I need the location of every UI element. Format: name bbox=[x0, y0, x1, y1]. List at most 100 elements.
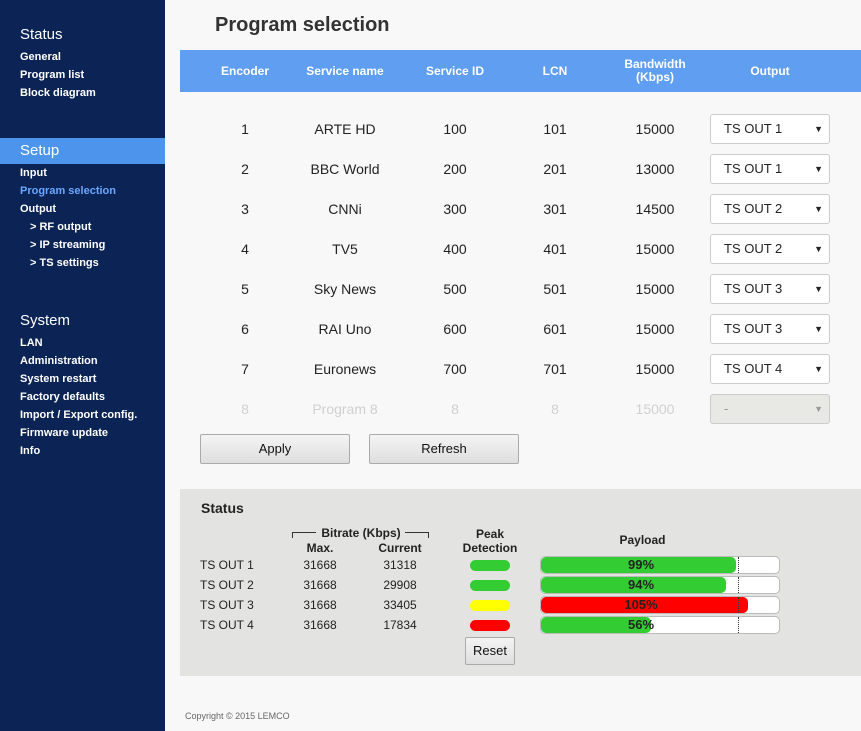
output-select: - ▼ bbox=[710, 394, 830, 424]
peak-indicator bbox=[470, 620, 510, 631]
chevron-down-icon: ▼ bbox=[814, 284, 823, 294]
sidebar-item-import-export[interactable]: Import / Export config. bbox=[0, 406, 165, 424]
column-header-bandwidth: Bandwidth (Kbps) bbox=[610, 50, 700, 92]
service-name-cell: Sky News bbox=[313, 281, 377, 297]
encoder-cell: 1 bbox=[241, 121, 249, 137]
output-select[interactable]: TS OUT 2 ▼ bbox=[710, 234, 830, 264]
sidebar-item-input[interactable]: Input bbox=[0, 164, 165, 182]
sidebar-item-firmware-update[interactable]: Firmware update bbox=[0, 424, 165, 442]
bitrate-current: 17834 bbox=[383, 618, 417, 632]
peak-indicator bbox=[470, 560, 510, 571]
payload-bar: 56% bbox=[540, 616, 780, 634]
column-header-encoder: Encoder bbox=[220, 63, 269, 78]
bitrate-max: 31668 bbox=[303, 578, 337, 592]
sidebar-heading-setup[interactable]: Setup bbox=[0, 138, 165, 164]
status-row: TS OUT 4 31668 17834 56% bbox=[180, 616, 861, 636]
payload-label: Payload bbox=[619, 533, 666, 547]
service-name-cell: CNNi bbox=[328, 201, 362, 217]
peak-indicator bbox=[470, 600, 510, 611]
sidebar-item-ip-streaming[interactable]: > IP streaming bbox=[0, 236, 165, 254]
table-row: 5 Sky News 500 501 15000 TS OUT 3 ▼ bbox=[180, 274, 861, 314]
sidebar-item-administration[interactable]: Administration bbox=[0, 352, 165, 370]
sidebar-section-setup: Setup Input Program selection Output > R… bbox=[0, 138, 165, 272]
lcn-cell: 201 bbox=[543, 161, 567, 177]
bitrate-max: 31668 bbox=[303, 598, 337, 612]
encoder-cell: 8 bbox=[241, 401, 249, 417]
service-name-cell: RAI Uno bbox=[318, 321, 372, 337]
payload-percent: 94% bbox=[627, 577, 655, 592]
bitrate-bracket-left bbox=[292, 532, 316, 538]
status-row: TS OUT 3 31668 33405 105% bbox=[180, 596, 861, 616]
service-id-cell: 200 bbox=[443, 161, 467, 177]
sidebar-item-block-diagram[interactable]: Block diagram bbox=[0, 84, 165, 102]
sidebar-item-general[interactable]: General bbox=[0, 48, 165, 66]
sidebar-heading-status[interactable]: Status bbox=[0, 22, 165, 48]
sidebar-item-rf-output[interactable]: > RF output bbox=[0, 218, 165, 236]
sidebar-item-output[interactable]: Output bbox=[0, 200, 165, 218]
encoder-cell: 4 bbox=[241, 241, 249, 257]
service-name-cell: ARTE HD bbox=[314, 121, 376, 137]
lcn-cell: 701 bbox=[543, 361, 567, 377]
ts-out-name: TS OUT 3 bbox=[200, 598, 254, 612]
status-title: Status bbox=[201, 500, 244, 516]
bandwidth-cell: 15000 bbox=[635, 321, 675, 337]
output-select-value: TS OUT 3 bbox=[724, 321, 783, 336]
table-row: 8 Program 8 8 8 15000- ▼ bbox=[180, 394, 861, 434]
bitrate-max: 31668 bbox=[303, 618, 337, 632]
column-header-service-id: Service ID bbox=[425, 63, 485, 78]
output-select[interactable]: TS OUT 1 ▼ bbox=[710, 154, 830, 184]
payload-bar: 99% bbox=[540, 556, 780, 574]
sidebar-item-info[interactable]: Info bbox=[0, 442, 165, 460]
reset-button[interactable]: Reset bbox=[465, 637, 515, 665]
sidebar-heading-system[interactable]: System bbox=[0, 308, 165, 334]
output-select[interactable]: TS OUT 2 ▼ bbox=[710, 194, 830, 224]
output-select-value: TS OUT 1 bbox=[724, 161, 783, 176]
payload-percent: 99% bbox=[627, 557, 655, 572]
output-select[interactable]: TS OUT 1 ▼ bbox=[710, 114, 830, 144]
bitrate-current: 29908 bbox=[383, 578, 417, 592]
bandwidth-cell: 15000 bbox=[635, 401, 675, 417]
status-row: TS OUT 2 31668 29908 94% bbox=[180, 576, 861, 596]
service-name-cell: Program 8 bbox=[312, 401, 378, 417]
apply-button[interactable]: Apply bbox=[200, 434, 350, 464]
bandwidth-cell: 15000 bbox=[635, 361, 675, 377]
service-id-cell: 100 bbox=[443, 121, 467, 137]
encoder-cell: 6 bbox=[241, 321, 249, 337]
table-row: 6 RAI Uno 600 601 15000 TS OUT 3 ▼ bbox=[180, 314, 861, 354]
lcn-cell: 101 bbox=[543, 121, 567, 137]
ts-out-name: TS OUT 4 bbox=[200, 618, 254, 632]
bandwidth-cell: 13000 bbox=[635, 161, 675, 177]
output-select[interactable]: TS OUT 3 ▼ bbox=[710, 314, 830, 344]
table-row: 7 Euronews 700 701 15000 TS OUT 4 ▼ bbox=[180, 354, 861, 394]
table-row: 1 ARTE HD 100 101 15000 TS OUT 1 ▼ bbox=[180, 114, 861, 154]
sidebar-item-program-selection[interactable]: Program selection bbox=[0, 182, 165, 200]
page-title: Program selection bbox=[215, 14, 390, 36]
service-id-cell: 700 bbox=[443, 361, 467, 377]
service-id-cell: 600 bbox=[443, 321, 467, 337]
refresh-button[interactable]: Refresh bbox=[369, 434, 519, 464]
sidebar-item-lan[interactable]: LAN bbox=[0, 334, 165, 352]
chevron-down-icon: ▼ bbox=[814, 124, 823, 134]
encoder-cell: 7 bbox=[241, 361, 249, 377]
output-select-value: TS OUT 2 bbox=[724, 241, 783, 256]
sidebar-item-ts-settings[interactable]: > TS settings bbox=[0, 254, 165, 272]
sidebar-item-factory-defaults[interactable]: Factory defaults bbox=[0, 388, 165, 406]
bandwidth-cell: 15000 bbox=[635, 121, 675, 137]
copyright: Copyright © 2015 LEMCO bbox=[185, 711, 290, 721]
sidebar-section-status: Status General Program list Block diagra… bbox=[0, 22, 165, 102]
output-select[interactable]: TS OUT 3 ▼ bbox=[710, 274, 830, 304]
lcn-cell: 8 bbox=[551, 401, 559, 417]
output-select-value: TS OUT 4 bbox=[724, 361, 783, 376]
chevron-down-icon: ▼ bbox=[814, 244, 823, 254]
peak-detection-label: Peak Detection bbox=[455, 527, 525, 555]
sidebar-item-system-restart[interactable]: System restart bbox=[0, 370, 165, 388]
output-select-value: TS OUT 1 bbox=[724, 121, 783, 136]
output-select[interactable]: TS OUT 4 ▼ bbox=[710, 354, 830, 384]
current-label: Current bbox=[378, 541, 422, 555]
service-name-cell: Euronews bbox=[313, 361, 377, 377]
column-header-lcn: LCN bbox=[542, 63, 568, 78]
peak-indicator bbox=[470, 580, 510, 591]
encoder-cell: 2 bbox=[241, 161, 249, 177]
sidebar-item-program-list[interactable]: Program list bbox=[0, 66, 165, 84]
encoder-cell: 5 bbox=[241, 281, 249, 297]
